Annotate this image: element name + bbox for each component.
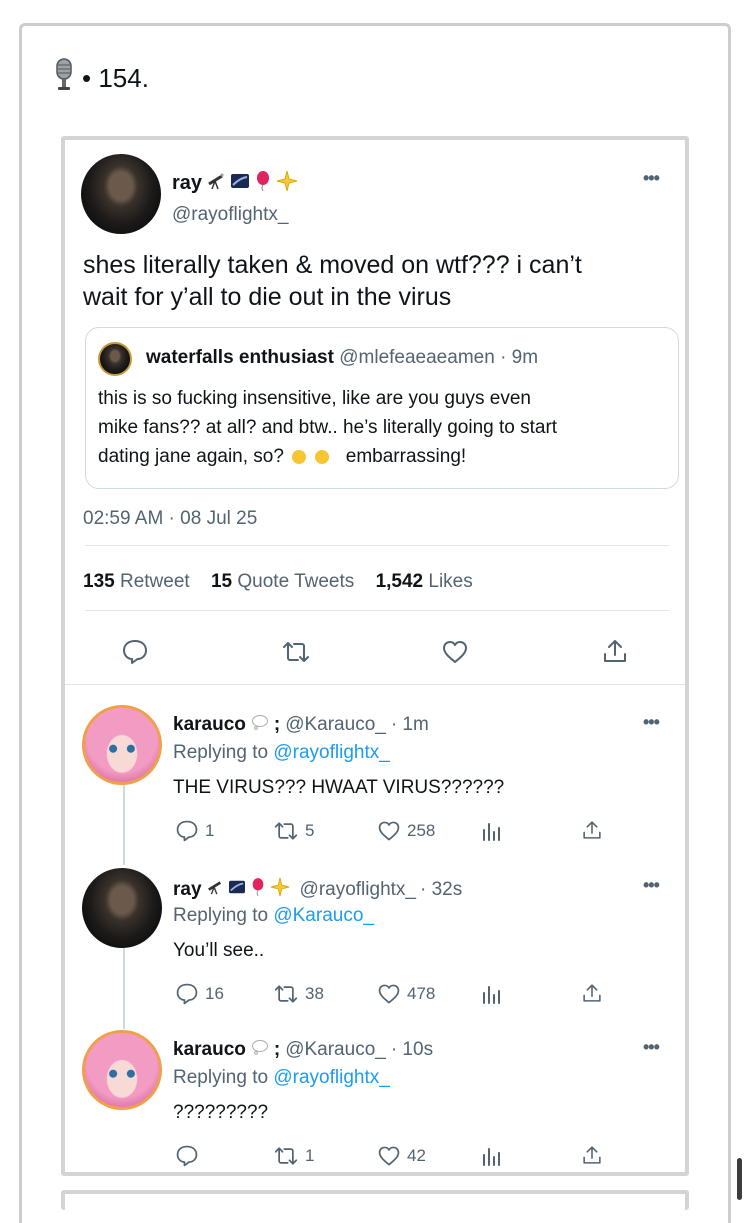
reply-button[interactable]: 1	[175, 819, 214, 843]
quoted-tweet[interactable]: waterfalls enthusiast @mlefeaeaeamen · 9…	[85, 327, 679, 489]
replying-to: Replying to @rayoflightx_	[173, 742, 390, 763]
divider	[85, 610, 669, 611]
quote-count[interactable]: 15 Quote Tweets	[211, 571, 354, 592]
avatar[interactable]	[82, 868, 162, 948]
more-options-icon[interactable]: •••	[643, 168, 660, 189]
like-icon	[378, 1146, 400, 1166]
tweet-timestamp[interactable]: 02:59 AM · 08 Jul 25	[83, 508, 257, 530]
mention-link[interactable]: @rayoflightx_	[273, 1067, 389, 1088]
like-icon	[378, 984, 400, 1004]
tweet-text: shes literally taken & moved on wtf??? i…	[83, 251, 582, 311]
handle[interactable]: @Karauco_	[285, 1039, 386, 1061]
thought-balloon-icon	[251, 1039, 269, 1061]
handle[interactable]: @Karauco_	[285, 714, 386, 736]
reply-text: THE VIRUS??? HWAAT VIRUS??????	[173, 777, 505, 798]
retweet-icon	[274, 985, 298, 1003]
balloon-icon	[250, 877, 266, 903]
timestamp: · 1m	[390, 714, 429, 735]
avatar[interactable]	[98, 342, 132, 376]
laughing-crying-emoji-icon	[292, 449, 307, 464]
retweet-count[interactable]: 135 Retweet	[83, 571, 190, 592]
tweet-author[interactable]: ray	[172, 170, 298, 197]
analytics-icon[interactable]	[481, 820, 503, 842]
sparkle-icon	[270, 877, 290, 903]
mention-link[interactable]: @rayoflightx_	[273, 742, 389, 763]
timestamp: · 10s	[390, 1039, 434, 1060]
like-icon	[378, 821, 400, 841]
analytics-icon[interactable]	[481, 983, 503, 1005]
display-name[interactable]: karauco	[173, 714, 246, 736]
avatar[interactable]	[82, 705, 162, 785]
share-icon[interactable]	[581, 982, 603, 1004]
replying-to: Replying to @rayoflightx_	[173, 1067, 390, 1088]
retweet-button[interactable]: 38	[273, 982, 324, 1006]
avatar[interactable]	[82, 1030, 162, 1110]
reply-icon	[176, 1145, 198, 1167]
tweet-screenshot: ray @rayoflightx_ ••• shes literally tak…	[61, 136, 689, 1176]
handle[interactable]: @rayoflightx_	[172, 204, 288, 226]
share-icon[interactable]	[601, 637, 629, 670]
reply-icon[interactable]	[121, 638, 149, 671]
telescope-icon	[206, 879, 224, 901]
retweet-icon	[274, 822, 298, 840]
quote-author: waterfalls enthusiast @mlefeaeaeamen · 9…	[146, 347, 538, 369]
post-title: • 154.	[82, 62, 149, 93]
thread-line	[123, 782, 125, 865]
quote-text: this is so fucking insensitive, like are…	[98, 388, 558, 467]
tweet-stats: 135 Retweet 15 Quote Tweets 1,542 Likes	[83, 571, 473, 593]
retweet-button[interactable]: 5	[273, 819, 314, 843]
telescope-icon	[206, 172, 226, 195]
like-button[interactable]: 258	[377, 819, 435, 843]
balloon-icon	[254, 170, 272, 197]
retweet-icon	[274, 1147, 298, 1165]
avatar[interactable]	[81, 154, 161, 234]
handle: @mlefeaeaeamen	[339, 347, 495, 368]
milky-way-icon	[228, 879, 246, 901]
display-name[interactable]: ray	[173, 879, 202, 901]
reply-text: ?????????	[173, 1102, 269, 1123]
post-header: • 154.	[52, 57, 149, 100]
reply-icon	[176, 820, 198, 842]
scrollbar[interactable]	[737, 1158, 742, 1200]
reply-author[interactable]: karauco ; @Karauco_ · 1m	[173, 714, 429, 736]
timestamp: · 32s	[419, 879, 463, 900]
more-options-icon[interactable]: •••	[643, 875, 660, 896]
display-name: waterfalls enthusiast	[146, 347, 334, 368]
divider	[65, 684, 685, 685]
analytics-icon[interactable]	[481, 1145, 503, 1167]
timestamp: · 9m	[500, 347, 539, 368]
display-name[interactable]: ray	[172, 172, 202, 195]
milky-way-icon	[230, 172, 250, 195]
retweet-button[interactable]: 1	[273, 1144, 314, 1168]
thought-balloon-icon	[251, 714, 269, 736]
replying-to: Replying to @Karauco_	[173, 905, 374, 926]
like-icon[interactable]	[441, 638, 469, 671]
next-post-card	[61, 1190, 689, 1210]
sparkle-icon	[276, 170, 298, 197]
more-options-icon[interactable]: •••	[643, 1037, 660, 1058]
reply-button[interactable]: 16	[175, 982, 224, 1006]
microphone-icon	[52, 57, 76, 100]
share-icon[interactable]	[581, 1144, 603, 1166]
share-icon[interactable]	[581, 819, 603, 841]
reply-author[interactable]: karauco ; @Karauco_ · 10s	[173, 1039, 433, 1061]
retweet-icon[interactable]	[281, 638, 311, 671]
like-button[interactable]: 42	[377, 1144, 426, 1168]
divider	[85, 545, 669, 546]
more-options-icon[interactable]: •••	[643, 712, 660, 733]
like-button[interactable]: 478	[377, 982, 435, 1006]
reply-button[interactable]	[175, 1144, 205, 1168]
reply-text: You’ll see..	[173, 940, 265, 961]
mention-link[interactable]: @Karauco_	[273, 905, 374, 926]
reply-author[interactable]: ray @rayoflightx_ · 32s	[173, 877, 462, 903]
thread-line	[123, 945, 125, 1029]
laughing-crying-emoji-icon	[314, 449, 329, 464]
display-name[interactable]: karauco	[173, 1039, 246, 1061]
handle[interactable]: @rayoflightx_	[300, 879, 416, 901]
reply-icon	[176, 983, 198, 1005]
like-count[interactable]: 1,542 Likes	[376, 571, 473, 592]
